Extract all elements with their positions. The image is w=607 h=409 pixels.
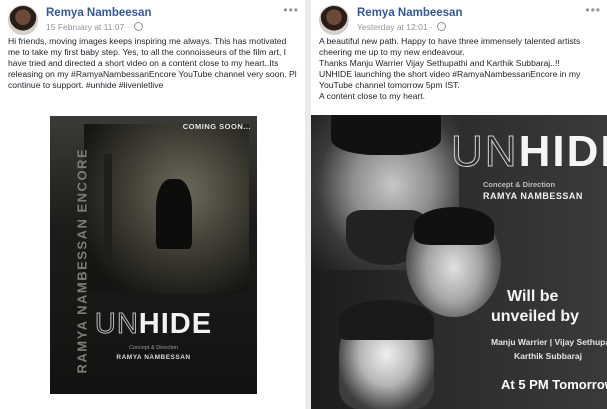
title-solid: HIDE xyxy=(518,127,607,176)
avatar[interactable] xyxy=(319,5,349,35)
credit-label: Concept & Direction xyxy=(483,180,556,189)
title-outline: UN xyxy=(94,308,139,341)
unveilers-line2: Karthik Subbaraj xyxy=(514,351,583,361)
facebook-post-left: Remya Nambeesan 15 February at 11:07 · •… xyxy=(0,0,305,409)
poster-image[interactable]: UNHIDE Concept & Direction RAMYA NAMBESS… xyxy=(311,115,607,409)
post-text-line: YouTube channel tomorrow 5pm IST. xyxy=(319,80,460,90)
post-text: A beautiful new path. Happy to have thre… xyxy=(319,36,601,102)
post-text-line: cheering me up to my new endeavour. xyxy=(319,47,465,57)
author-name[interactable]: Remya Nambeesan xyxy=(357,7,462,19)
credit-label: Concept & Direction xyxy=(129,345,178,351)
title-solid: HIDE xyxy=(138,308,213,340)
post-header: Remya Nambeesan 15 February at 11:07 · •… xyxy=(8,3,299,37)
director-name: RAMYA NAMBESSAN xyxy=(116,354,191,361)
director-name: RAMYA NAMBESSAN xyxy=(483,191,583,201)
post-header: Remya Nambeesan Yesterday at 12:01 · ••• xyxy=(319,3,601,37)
poster-title: UNHIDE xyxy=(50,308,257,341)
post-text-line: me to take my first baby step. Yes, to a… xyxy=(8,47,286,57)
poster-scene xyxy=(84,124,249,294)
release-time: At 5 PM Tomorrow xyxy=(501,377,607,392)
facebook-post-right: Remya Nambeesan Yesterday at 12:01 · •••… xyxy=(311,0,607,409)
post-text-line: releasing on my #RamyaNambessanEncore Yo… xyxy=(8,69,297,79)
title-outline: UN xyxy=(451,127,519,177)
unveiled-by-text: unveiled by xyxy=(491,308,580,325)
post-text-line: have tried and directed a short video on… xyxy=(8,58,279,68)
coming-soon-label: COMING SOON... xyxy=(182,122,251,131)
unveilers-line1: Manju Warrier | Vijay Sethupathi xyxy=(491,337,607,347)
hair-shape xyxy=(339,300,434,340)
globe-icon xyxy=(437,22,447,31)
avatar[interactable] xyxy=(8,5,38,35)
hair-shape xyxy=(414,207,494,245)
author-name[interactable]: Remya Nambeesan xyxy=(46,7,151,19)
post-text-line: A beautiful new path. Happy to have thre… xyxy=(319,36,581,46)
timestamp-text[interactable]: Yesterday at 12:01 xyxy=(357,22,428,32)
globe-icon xyxy=(133,22,143,31)
post-text-line: A content close to my heart. xyxy=(319,91,426,101)
scene-figure xyxy=(156,179,192,249)
hair-shape xyxy=(331,115,441,155)
portrait-manju xyxy=(339,300,434,409)
more-dots-icon[interactable]: ••• xyxy=(283,3,299,17)
poster-title: UNHIDE xyxy=(451,127,607,177)
post-text: Hi friends, moving images keeps inspirin… xyxy=(8,36,299,91)
more-dots-icon[interactable]: ••• xyxy=(585,3,601,17)
post-timestamp[interactable]: Yesterday at 12:01 · xyxy=(357,22,447,32)
portrait-karthik xyxy=(406,207,501,317)
post-text-line: Thanks Manju Warrier Vijay Sethupathi an… xyxy=(319,58,560,68)
post-text-line: Hi friends, moving images keeps inspirin… xyxy=(8,36,287,46)
timestamp-text[interactable]: 15 February at 11:07 xyxy=(46,22,124,32)
post-text-line: continue to support. #unhide #livenletli… xyxy=(8,80,164,90)
post-timestamp[interactable]: 15 February at 11:07 · xyxy=(46,22,143,32)
poster-image[interactable]: RAMYA NAMBESSAN ENCORE COMING SOON... UN… xyxy=(50,116,257,394)
will-be-text: Will be xyxy=(507,288,559,305)
post-text-line: UNHIDE launching the short video #RamyaN… xyxy=(319,69,581,79)
scene-lamp xyxy=(104,154,112,264)
